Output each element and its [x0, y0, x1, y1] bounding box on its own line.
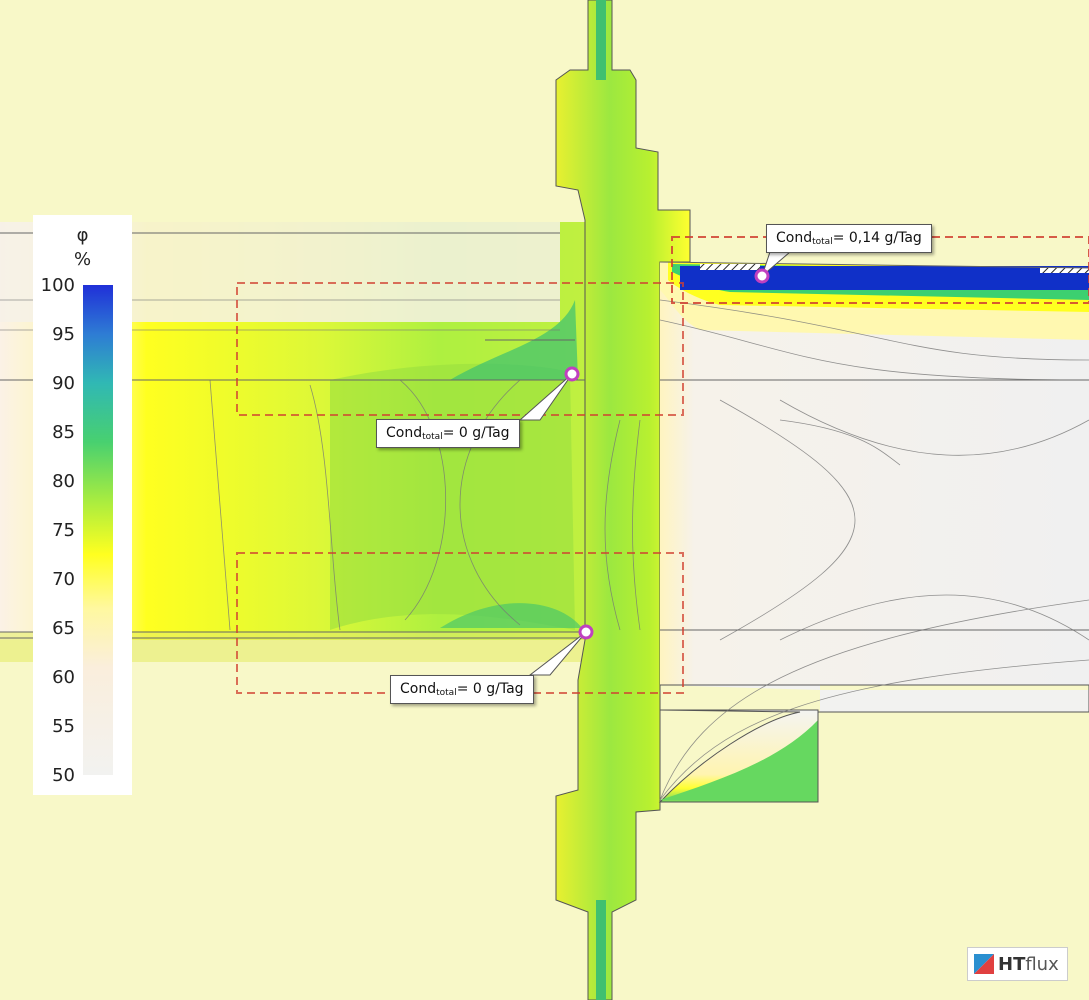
sill-region	[660, 685, 1089, 712]
color-scale-legend: φ % 100 95 90 85 80 75 70 65 60 55 50	[33, 215, 132, 795]
callout-subscript: total	[812, 237, 833, 247]
htflux-logo-mark-icon	[974, 954, 994, 974]
column-top-core	[596, 0, 606, 80]
legend-tick: 85	[52, 422, 75, 443]
legend-symbol: φ	[76, 225, 89, 246]
callout-subscript: total	[436, 688, 457, 698]
callout-prefix: Cond	[400, 681, 437, 697]
legend-tick: 100	[40, 275, 75, 296]
callout-prefix: Cond	[386, 425, 423, 441]
callout-prefix: Cond	[776, 230, 813, 246]
legend-tick: 60	[52, 667, 75, 688]
logo-text-strong: HT	[998, 953, 1026, 975]
legend-tick: 50	[52, 765, 75, 786]
condensation-marker-lower	[578, 624, 594, 640]
condensation-hatch	[700, 264, 760, 270]
condensation-callout-top-right: Condtotal= 0,14 g/Tag	[766, 224, 932, 253]
legend-color-bar	[83, 285, 113, 775]
condensation-callout-lower: Condtotal= 0 g/Tag	[390, 675, 534, 704]
condensation-marker-top-right	[754, 268, 770, 284]
humidity-distribution-diagram	[0, 0, 1089, 1000]
legend-tick: 65	[52, 618, 75, 639]
callout-value: = 0 g/Tag	[442, 425, 510, 441]
callout-subscript: total	[422, 432, 443, 442]
column-bottom-core	[596, 900, 606, 1000]
legend-tick: 80	[52, 471, 75, 492]
condensation-hatch-right	[1040, 268, 1089, 273]
logo-text-light: flux	[1025, 953, 1059, 975]
callout-value: = 0,14 g/Tag	[832, 230, 922, 246]
legend-tick: 95	[52, 324, 75, 345]
legend-tick: 90	[52, 373, 75, 394]
callout-value: = 0 g/Tag	[456, 681, 524, 697]
legend-tick: 55	[52, 716, 75, 737]
htflux-logo: HT flux	[967, 947, 1068, 981]
condensation-marker-upper	[564, 366, 580, 382]
legend-unit: %	[73, 249, 92, 270]
legend-tick: 75	[52, 520, 75, 541]
condensation-callout-upper: Condtotal= 0 g/Tag	[376, 419, 520, 448]
legend-tick: 70	[52, 569, 75, 590]
